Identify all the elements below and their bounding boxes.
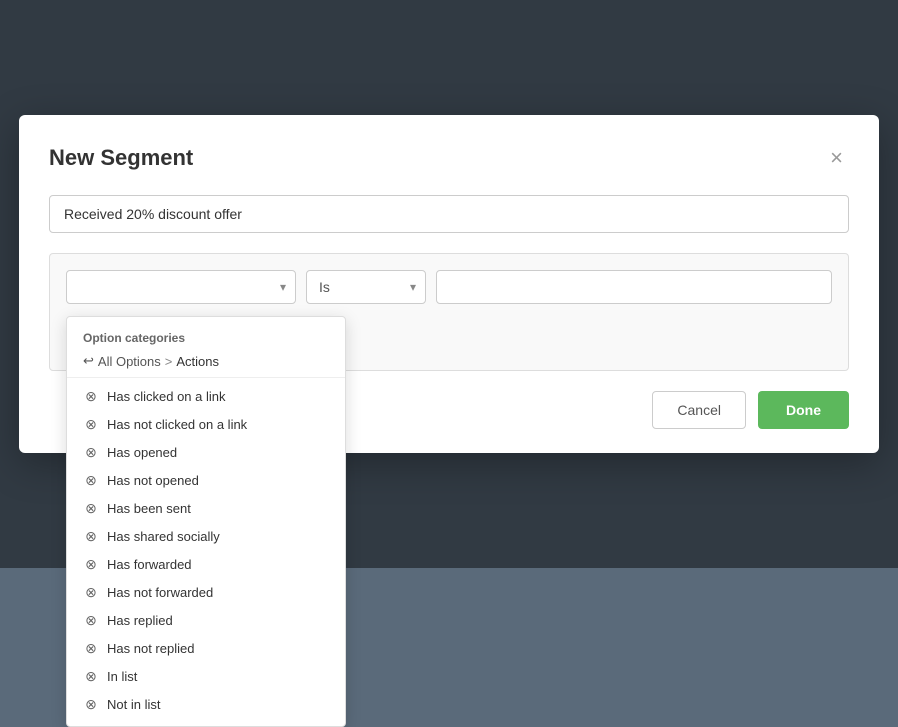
item-icon: ⊗ — [83, 472, 99, 488]
dropdown-item[interactable]: ⊗ Has clicked on a link — [67, 382, 345, 410]
item-icon: ⊗ — [83, 668, 99, 684]
breadcrumb-separator: > — [165, 354, 173, 369]
segment-name-input[interactable] — [49, 195, 849, 233]
condition-row: Option categories ↩ All Options > Action… — [66, 270, 832, 304]
modal-title: New Segment — [49, 145, 193, 171]
dropdown-item-label: Has shared socially — [107, 529, 220, 544]
item-icon: ⊗ — [83, 500, 99, 516]
dropdown-item[interactable]: ⊗ Has not opened — [67, 466, 345, 494]
dropdown-item[interactable]: ⊗ Has been sent — [67, 494, 345, 522]
dropdown-item[interactable]: ⊗ Has shared socially — [67, 522, 345, 550]
dropdown-item-label: Has clicked on a link — [107, 389, 226, 404]
item-icon: ⊗ — [83, 584, 99, 600]
dropdown-item-label: Has been sent — [107, 501, 191, 516]
condition-type-wrapper: Option categories ↩ All Options > Action… — [66, 270, 296, 304]
item-icon: ⊗ — [83, 444, 99, 460]
breadcrumb-back-icon: ↩ — [83, 353, 94, 369]
breadcrumb-current: Actions — [176, 354, 219, 369]
item-icon: ⊗ — [83, 556, 99, 572]
done-button[interactable]: Done — [758, 391, 849, 429]
dropdown-item[interactable]: ⊗ Not in list — [67, 690, 345, 718]
item-icon: ⊗ — [83, 640, 99, 656]
dropdown-item-label: Not in list — [107, 697, 160, 712]
dropdown-item[interactable]: ⊗ Has not clicked on a link — [67, 410, 345, 438]
item-icon: ⊗ — [83, 416, 99, 432]
dropdown-item-label: In list — [107, 669, 137, 684]
dropdown-item-label: Has not clicked on a link — [107, 417, 247, 432]
operator-select[interactable]: Is Is not — [306, 270, 426, 304]
dropdown-item-label: Has replied — [107, 613, 173, 628]
dropdown-panel: Option categories ↩ All Options > Action… — [66, 316, 346, 727]
condition-value-input[interactable] — [436, 270, 832, 304]
cancel-button[interactable]: Cancel — [652, 391, 746, 429]
breadcrumb-back-label[interactable]: All Options — [98, 354, 161, 369]
dropdown-item-label: Has forwarded — [107, 557, 192, 572]
item-icon: ⊗ — [83, 388, 99, 404]
dropdown-items-list: ⊗ Has clicked on a link ⊗ Has not clicked o… — [67, 382, 345, 718]
dropdown-item[interactable]: ⊗ Has forwarded — [67, 550, 345, 578]
condition-type-select[interactable] — [66, 270, 296, 304]
modal-header: New Segment × — [49, 145, 849, 171]
dropdown-item-label: Has not forwarded — [107, 585, 213, 600]
dropdown-breadcrumb[interactable]: ↩ All Options > Actions — [67, 349, 345, 378]
item-icon: ⊗ — [83, 528, 99, 544]
dropdown-header: Option categories — [67, 325, 345, 349]
item-icon: ⊗ — [83, 612, 99, 628]
dropdown-item[interactable]: ⊗ Has not forwarded — [67, 578, 345, 606]
conditions-box: Option categories ↩ All Options > Action… — [49, 253, 849, 371]
dropdown-item-label: Has not replied — [107, 641, 194, 656]
close-button[interactable]: × — [824, 145, 849, 171]
item-icon: ⊗ — [83, 696, 99, 712]
dropdown-item-label: Has not opened — [107, 473, 199, 488]
dropdown-item-label: Has opened — [107, 445, 177, 460]
modal-overlay: New Segment × Option categories ↩ All Op — [0, 0, 898, 568]
dropdown-item[interactable]: ⊗ Has not replied — [67, 634, 345, 662]
operator-wrapper: Is Is not — [306, 270, 426, 304]
new-segment-modal: New Segment × Option categories ↩ All Op — [19, 115, 879, 453]
dropdown-item[interactable]: ⊗ In list — [67, 662, 345, 690]
dropdown-item[interactable]: ⊗ Has opened — [67, 438, 345, 466]
dropdown-item[interactable]: ⊗ Has replied — [67, 606, 345, 634]
